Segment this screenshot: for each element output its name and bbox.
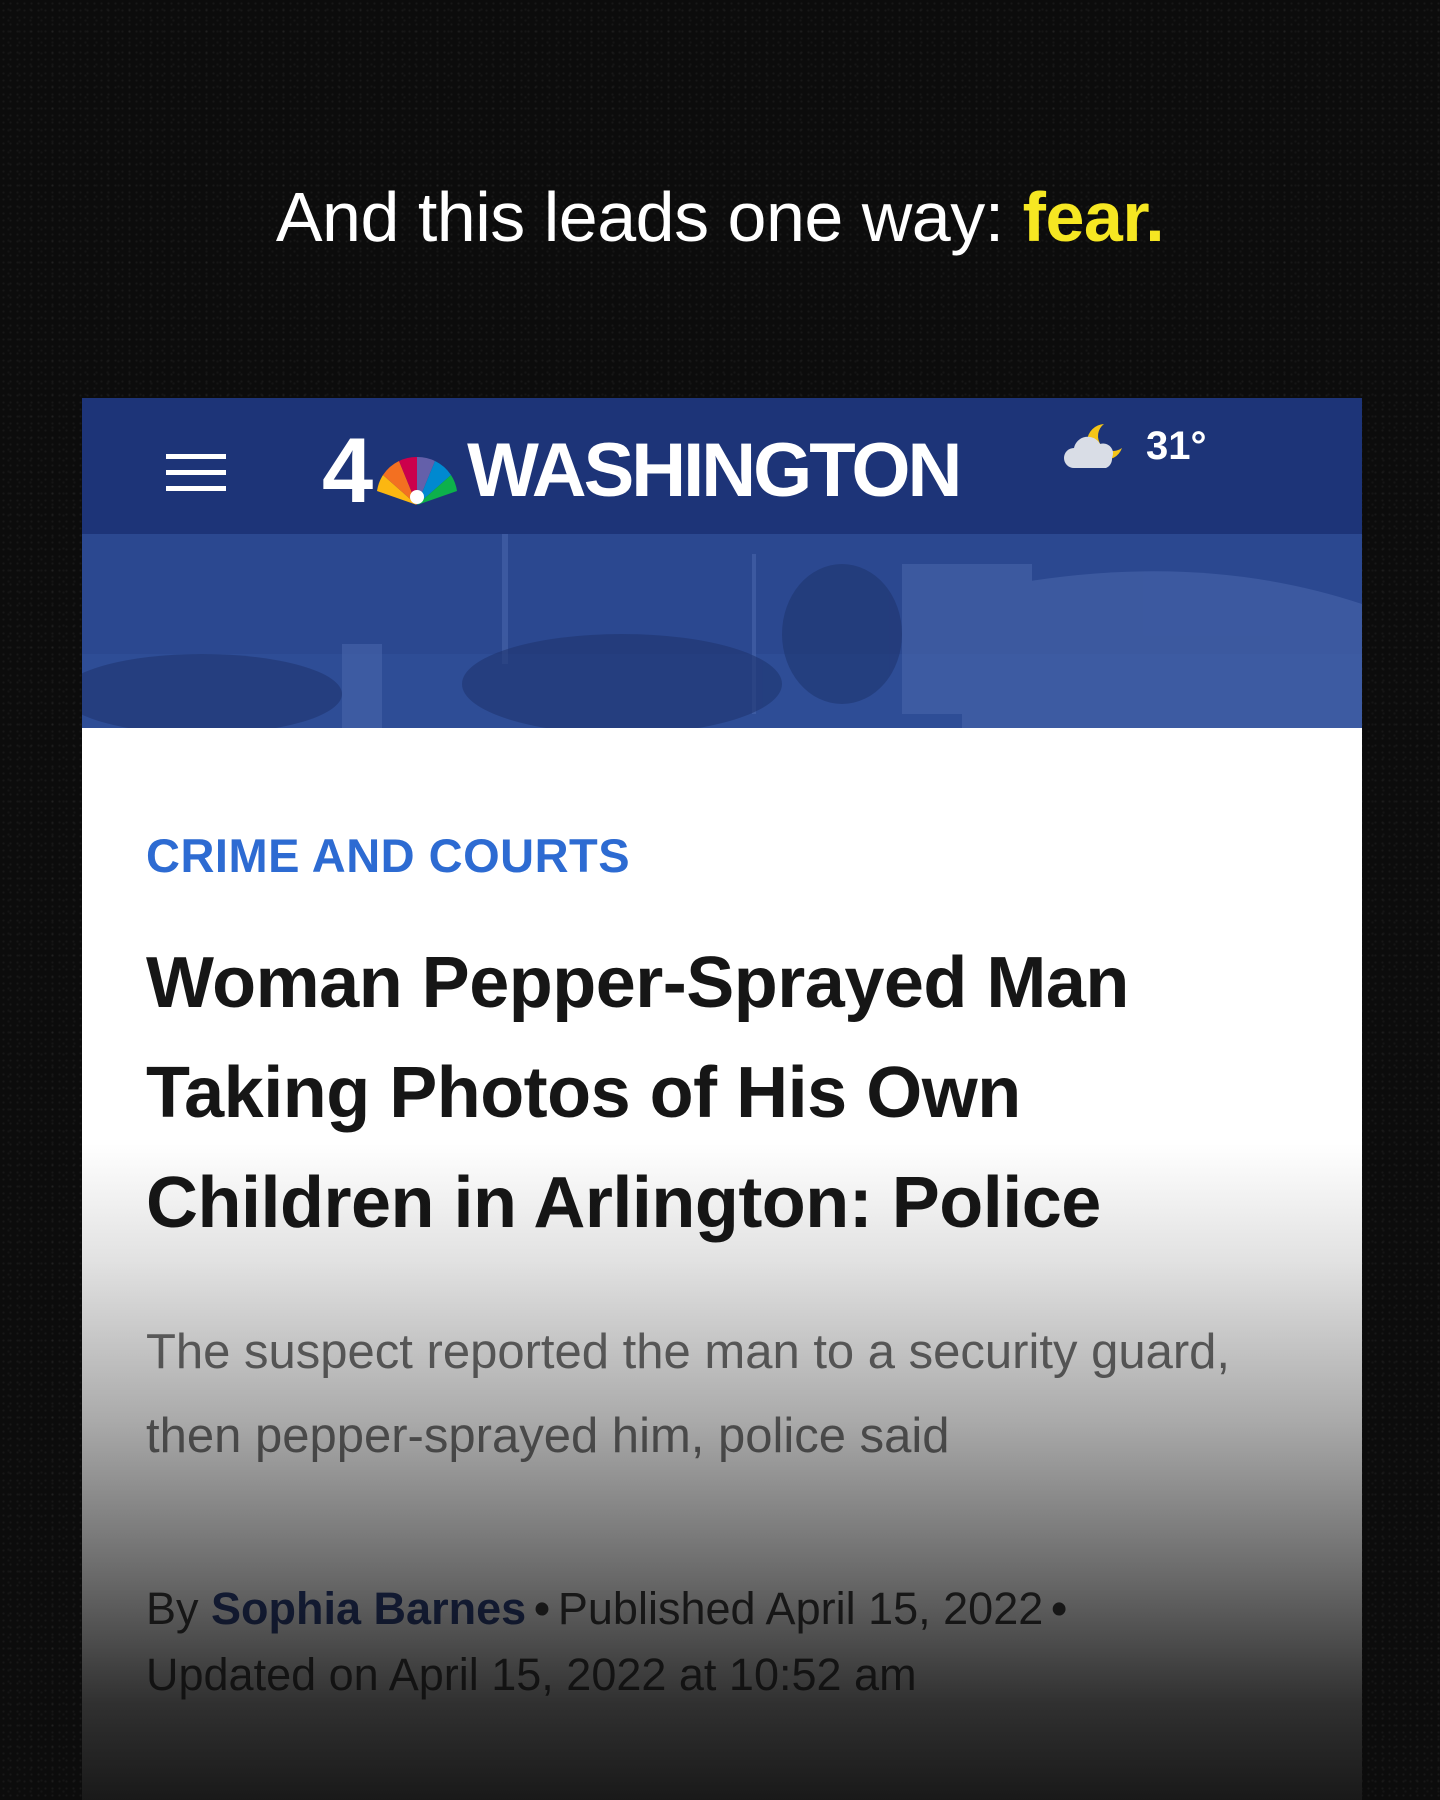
- updated-date: Updated on April 15, 2022 at 10:52 am: [146, 1649, 917, 1700]
- article-body: CRIME AND COURTS Woman Pepper-Sprayed Ma…: [146, 828, 1286, 1708]
- published-date: Published April 15, 2022: [557, 1583, 1044, 1634]
- byline-prefix: By: [146, 1583, 199, 1634]
- logo-wordmark: WASHINGTON: [467, 428, 962, 513]
- caption-highlight: fear.: [1022, 178, 1165, 256]
- article-headline: Woman Pepper-Sprayed Man Taking Photos o…: [146, 943, 1129, 1243]
- nbc-peacock-icon: [377, 456, 458, 505]
- hamburger-menu-icon[interactable]: [166, 454, 226, 494]
- weather-widget[interactable]: 31°: [1060, 416, 1207, 476]
- nbc4-washington-logo[interactable]: 4 WASHINGTON: [322, 420, 962, 522]
- article-summary: The suspect reported the man to a securi…: [146, 1325, 1231, 1463]
- byline: By Sophia Barnes • Published April 15, 202…: [146, 1576, 1286, 1708]
- capitol-skyline-image: [82, 534, 1362, 728]
- byline-separator: •: [534, 1583, 550, 1634]
- temperature-label: 31°: [1146, 423, 1207, 468]
- category-link[interactable]: CRIME AND COURTS: [146, 828, 1286, 884]
- byline-separator-2: •: [1051, 1583, 1068, 1634]
- logo-number: 4: [322, 420, 373, 522]
- author-link[interactable]: Sophia Barnes: [211, 1583, 526, 1634]
- caption: And this leads one way: fear.: [0, 172, 1440, 262]
- hero-image: [82, 534, 1362, 728]
- caption-text: And this leads one way:: [275, 178, 1023, 256]
- site-header: 4 WASHINGTON 31°: [82, 398, 1362, 534]
- article-screenshot-card: 4 WASHINGTON 31° CRIME AND COURTS Woman …: [82, 398, 1362, 1800]
- partly-cloudy-night-icon: [1064, 424, 1122, 468]
